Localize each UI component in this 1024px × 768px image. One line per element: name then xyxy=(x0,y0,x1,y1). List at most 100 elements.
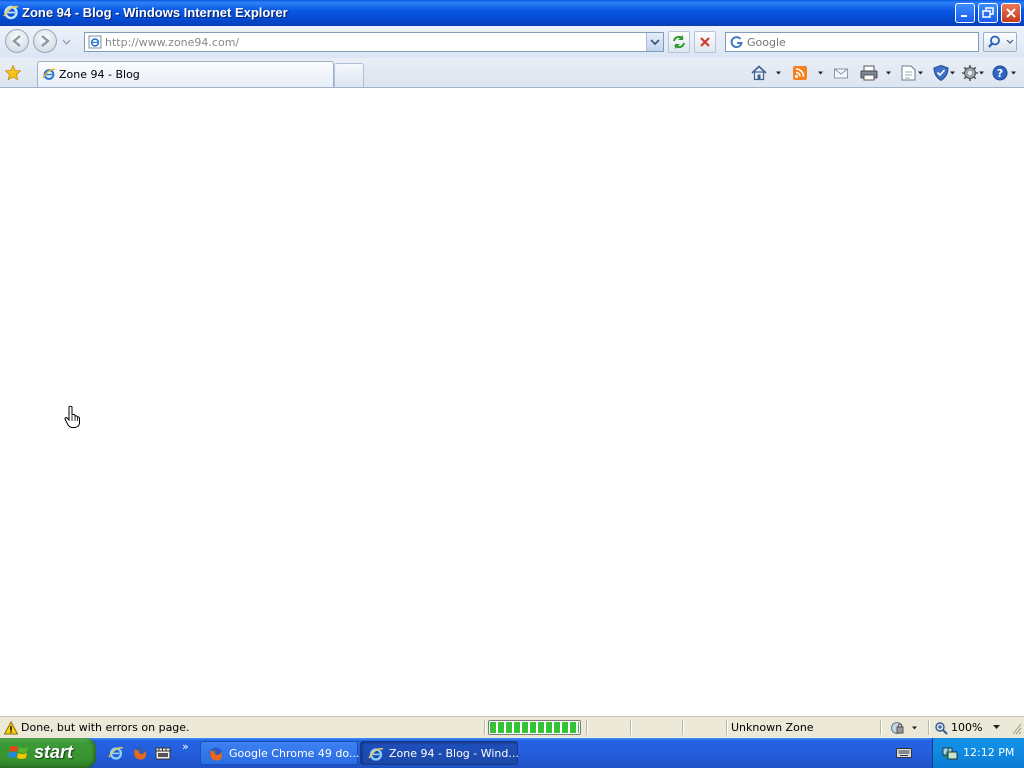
quick-launch-media-icon[interactable] xyxy=(155,745,171,761)
page-menu-button[interactable] xyxy=(900,64,926,82)
chevron-down-icon xyxy=(1006,39,1014,44)
ie-logo-icon xyxy=(3,4,19,20)
forward-arrow-icon xyxy=(41,35,50,47)
divider xyxy=(928,720,930,735)
status-text: Done, but with errors on page. xyxy=(21,721,190,734)
mail-icon xyxy=(834,68,848,79)
security-zone-label[interactable]: Unknown Zone xyxy=(731,721,814,734)
firefox-icon xyxy=(208,746,224,762)
title-bar[interactable]: Zone 94 - Blog - Windows Internet Explor… xyxy=(0,0,1024,26)
gear-icon xyxy=(962,65,978,81)
progress-fill xyxy=(490,722,579,733)
start-label: start xyxy=(34,742,74,762)
resize-grip-icon[interactable] xyxy=(1012,723,1022,735)
print-button[interactable] xyxy=(860,64,894,82)
safety-menu-button[interactable] xyxy=(932,64,958,82)
google-icon xyxy=(730,36,743,49)
chevron-down-icon xyxy=(918,71,923,75)
feeds-button[interactable] xyxy=(792,64,826,82)
help-icon: ? xyxy=(992,65,1008,81)
close-button[interactable] xyxy=(1001,3,1021,23)
recent-pages-dropdown[interactable] xyxy=(62,38,71,46)
warning-icon[interactable] xyxy=(4,721,18,735)
safety-shield-icon xyxy=(933,64,949,82)
ie-page-icon xyxy=(42,67,56,81)
start-button[interactable]: start xyxy=(0,738,96,768)
chevron-down-icon xyxy=(993,725,1000,729)
chevron-down-icon xyxy=(886,71,891,75)
chevron-down-icon xyxy=(818,71,823,75)
page-load-progress-bar xyxy=(488,720,581,735)
restore-button[interactable] xyxy=(978,3,998,23)
back-button[interactable] xyxy=(5,29,29,53)
taskbar-item-ie[interactable]: Zone 94 - Blog - Wind... xyxy=(360,741,519,765)
taskbar: start » Google Chrome 49 do... Zone 94 -… xyxy=(0,738,1024,768)
clock[interactable]: 12:12 PM xyxy=(963,746,1014,759)
taskbar-item-label: Zone 94 - Blog - Wind... xyxy=(389,747,519,760)
divider xyxy=(586,720,588,735)
zoom-level[interactable]: 100% xyxy=(951,721,982,734)
search-button[interactable] xyxy=(983,32,1017,52)
printer-icon xyxy=(860,65,878,81)
stop-button[interactable] xyxy=(694,31,716,53)
taskbar-item-chrome[interactable]: Google Chrome 49 do... xyxy=(200,741,360,765)
chevron-down-icon xyxy=(950,71,955,75)
page-content[interactable] xyxy=(0,88,1024,716)
tab-zone94-blog[interactable]: Zone 94 - Blog xyxy=(37,61,334,87)
hand-cursor-icon xyxy=(64,405,82,429)
zoom-dropdown-button[interactable] xyxy=(992,724,1001,730)
windows-flag-icon xyxy=(8,743,30,763)
search-box[interactable] xyxy=(725,32,979,52)
minimize-button[interactable] xyxy=(955,3,975,23)
chevron-down-icon xyxy=(912,726,917,730)
read-mail-button[interactable] xyxy=(833,64,849,82)
search-input[interactable] xyxy=(747,34,972,50)
chevron-down-icon xyxy=(979,71,984,75)
chevron-down-icon xyxy=(1011,71,1016,75)
url-input[interactable] xyxy=(105,34,645,50)
ie-logo-icon xyxy=(368,746,384,762)
window-title: Zone 94 - Blog - Windows Internet Explor… xyxy=(22,5,288,20)
star-icon xyxy=(4,64,22,81)
tools-menu-button[interactable] xyxy=(961,64,987,82)
stop-icon xyxy=(700,37,710,47)
search-icon xyxy=(988,35,1000,48)
quick-launch-ie-icon[interactable] xyxy=(108,745,124,761)
chevron-down-icon xyxy=(650,39,660,46)
rss-feed-icon xyxy=(793,66,807,80)
network-icon[interactable] xyxy=(942,745,958,761)
divider xyxy=(880,720,882,735)
protected-mode-button[interactable] xyxy=(889,720,919,736)
quick-launch-more-button[interactable]: » xyxy=(182,740,189,753)
new-tab-button[interactable] xyxy=(334,63,364,87)
divider xyxy=(726,720,728,735)
taskbar-item-label: Google Chrome 49 do... xyxy=(229,747,360,760)
help-menu-button[interactable]: ? xyxy=(991,64,1019,82)
svg-text:?: ? xyxy=(997,67,1003,80)
tab-label: Zone 94 - Blog xyxy=(59,68,140,81)
divider xyxy=(682,720,684,735)
favorites-star-button[interactable] xyxy=(4,64,22,82)
chevron-down-icon xyxy=(62,39,71,45)
address-dropdown-button[interactable] xyxy=(646,33,663,51)
divider xyxy=(484,720,486,735)
tab-bar: Zone 94 - Blog ? xyxy=(0,58,1024,88)
status-bar: Done, but with errors on page. Unknown Z… xyxy=(0,716,1024,738)
forward-button[interactable] xyxy=(33,29,57,53)
refresh-button[interactable] xyxy=(668,31,690,53)
system-tray: 12:12 PM xyxy=(932,738,1024,768)
keyboard-icon[interactable] xyxy=(896,747,912,759)
navigation-bar xyxy=(0,26,1024,58)
home-button[interactable] xyxy=(750,64,782,82)
divider xyxy=(630,720,632,735)
home-icon xyxy=(751,65,767,81)
refresh-icon xyxy=(673,35,685,49)
zoom-icon xyxy=(934,721,948,735)
page-ie-icon xyxy=(88,35,102,49)
quick-launch-firefox-icon[interactable] xyxy=(132,745,148,761)
back-arrow-icon xyxy=(12,35,21,47)
address-bar[interactable] xyxy=(84,32,664,52)
page-icon xyxy=(901,65,916,81)
lock-globe-icon xyxy=(891,722,904,734)
chevron-down-icon xyxy=(776,71,781,75)
